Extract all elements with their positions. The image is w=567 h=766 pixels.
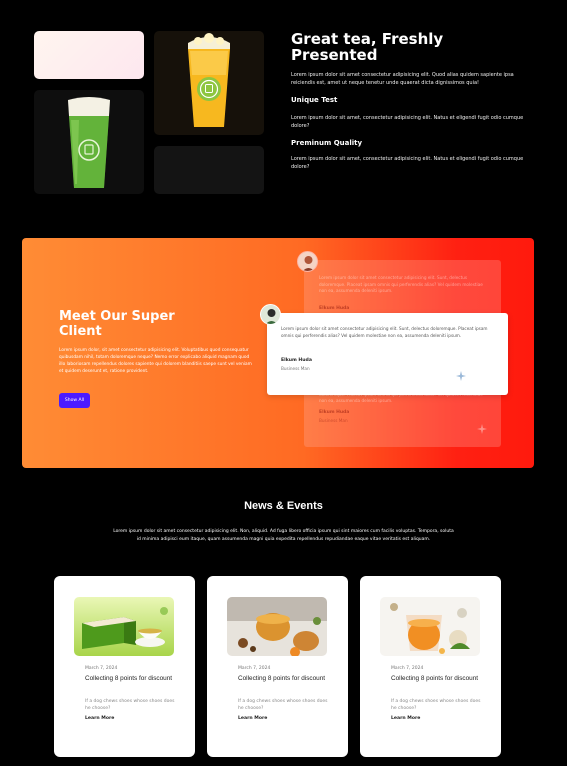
testimonial-text: Lorem ipsum dolor sit amet consectetur a… [281, 326, 488, 338]
testimonial-back-bottom-role: Business Man [319, 418, 348, 423]
testimonial-name: Elkum Huda [281, 358, 312, 363]
clients-title: Meet Our Super Client [59, 309, 175, 339]
news-title: News & Events [244, 500, 323, 512]
hero-intro: Lorem ipsum dolor sit amet consectetur a… [291, 72, 514, 86]
orange-tea-cup-image [154, 31, 264, 135]
news-date: March 7, 2024 [85, 666, 118, 671]
news-excerpt: If a dog chews shoes whose shoes does he… [391, 699, 481, 711]
hero-title: Great tea, Freshly Presented [291, 30, 444, 64]
quote-icon [456, 371, 466, 381]
news-card-title[interactable]: Collecting 8 points for discount [85, 675, 175, 684]
news-card-title[interactable]: Collecting 8 points for discount [238, 675, 328, 684]
news-card-title[interactable]: Collecting 8 points for discount [391, 675, 481, 684]
news-excerpt: If a dog chews shoes whose shoes does he… [85, 699, 175, 711]
news-card[interactable]: March 7, 2024 Collecting 8 points for di… [360, 576, 501, 757]
news-card[interactable]: March 7, 2024 Collecting 8 points for di… [207, 576, 348, 757]
learn-more-link[interactable]: Learn More [391, 716, 420, 721]
gallery-image-dark [154, 146, 264, 194]
testimonial-back-top-name: Elkum Huda [319, 306, 350, 311]
feature-title-quality: Preminum Quality [291, 139, 363, 147]
gallery-image-peach [34, 31, 144, 79]
news-image-herbal-tea [380, 597, 480, 656]
feature-title-unique: Unique Test [291, 96, 338, 104]
show-all-button[interactable]: Show All [59, 393, 90, 408]
learn-more-link[interactable]: Learn More [85, 716, 114, 721]
clients-description: Lorem ipsum dolor, sit amet consectetur … [59, 348, 252, 374]
testimonial-role: Business Man [281, 366, 310, 371]
news-date: March 7, 2024 [391, 666, 424, 671]
testimonial-back-bottom-name: Elkum Huda [319, 410, 350, 415]
news-excerpt: If a dog chews shoes whose shoes does he… [238, 699, 328, 711]
quote-icon [477, 424, 487, 434]
feature-text-quality: Lorem ipsum dolor sit amet, consectetur … [291, 156, 524, 170]
news-date: March 7, 2024 [238, 666, 271, 671]
client-avatar-small[interactable] [297, 251, 318, 272]
testimonial-back-top-text: Lorem ipsum dolor sit amet consectetur a… [319, 275, 483, 293]
testimonial-card[interactable]: Lorem ipsum dolor sit amet consectetur a… [267, 313, 508, 395]
news-image-tea-box [74, 597, 174, 656]
feature-text-unique: Lorem ipsum dolor sit amet, consectetur … [291, 115, 524, 129]
matcha-cup-image [34, 90, 144, 194]
news-card[interactable]: March 7, 2024 Collecting 8 points for di… [54, 576, 195, 757]
news-image-tea-cups [227, 597, 327, 656]
news-description: Lorem ipsum dolor sit amet consectetur a… [113, 529, 454, 542]
client-avatar[interactable] [260, 304, 281, 325]
learn-more-link[interactable]: Learn More [238, 716, 267, 721]
